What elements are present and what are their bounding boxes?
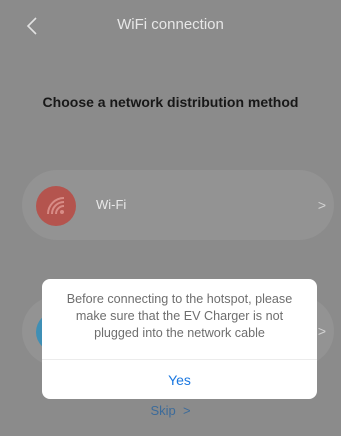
header: WiFi connection [0, 0, 341, 52]
alert-dialog: Before connecting to the hotspot, please… [42, 279, 317, 399]
section-heading: Choose a network distribution method [42, 94, 299, 110]
chevron-right-icon: > [317, 197, 326, 213]
wifi-option[interactable]: Wi-Fi > [22, 170, 334, 240]
yes-button[interactable]: Yes [42, 360, 317, 399]
chevron-right-icon: > [182, 403, 191, 418]
chevron-right-icon: > [317, 323, 326, 339]
app-screen: WiFi connection Choose a network distrib… [0, 0, 341, 436]
page-title: WiFi connection [117, 16, 224, 33]
skip-label: Skip [150, 403, 176, 418]
wifi-icon [36, 186, 76, 226]
skip-link[interactable]: Skip > [0, 403, 341, 418]
wifi-option-label: Wi-Fi [96, 197, 127, 212]
dialog-message: Before connecting to the hotspot, please… [66, 292, 293, 340]
